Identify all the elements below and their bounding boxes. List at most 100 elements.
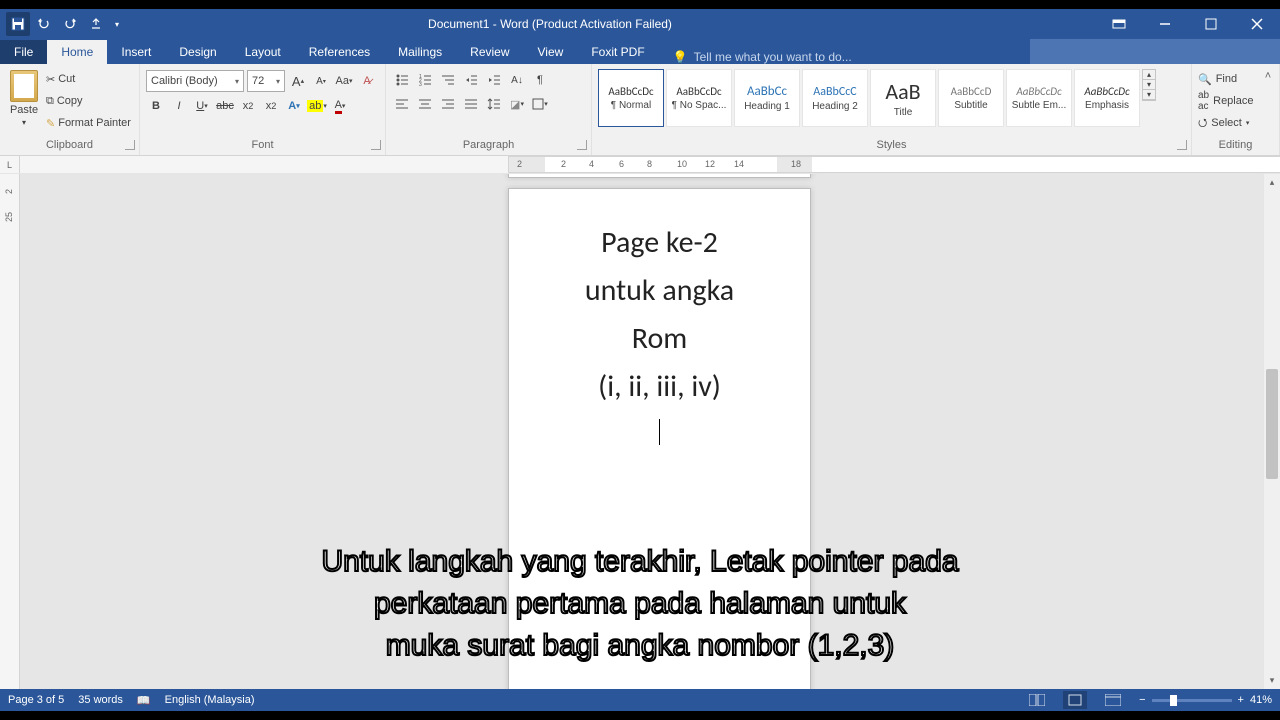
- close-button[interactable]: [1234, 9, 1280, 39]
- scroll-thumb[interactable]: [1266, 369, 1278, 479]
- save-button[interactable]: [6, 12, 30, 36]
- style-item[interactable]: AaBbCcDc¶ Normal: [598, 69, 664, 127]
- align-center-button[interactable]: [415, 94, 435, 114]
- replace-label: Replace: [1213, 95, 1253, 107]
- format-painter-button[interactable]: ✎Format Painter: [46, 113, 131, 133]
- zoom-slider[interactable]: [1152, 699, 1232, 702]
- italic-button[interactable]: I: [169, 96, 189, 116]
- replace-button[interactable]: abacReplace: [1198, 91, 1253, 111]
- ruler-horizontal[interactable]: L 2246810121418: [0, 156, 1280, 174]
- styles-group-label: Styles: [877, 139, 907, 151]
- spellcheck-icon[interactable]: 📖: [137, 694, 151, 707]
- read-mode-button[interactable]: [1025, 691, 1049, 709]
- tab-foxit-pdf[interactable]: Foxit PDF: [577, 40, 658, 64]
- tab-insert[interactable]: Insert: [107, 40, 165, 64]
- scroll-up-button[interactable]: ▴: [1264, 174, 1280, 191]
- sort-button[interactable]: A↓: [507, 70, 527, 90]
- collapse-ribbon-button[interactable]: ˄: [1260, 68, 1276, 84]
- tab-layout[interactable]: Layout: [231, 40, 295, 64]
- styles-scroll[interactable]: ▴▾▾: [1142, 69, 1156, 101]
- find-button[interactable]: 🔍Find: [1198, 69, 1237, 89]
- vertical-scrollbar[interactable]: ▴ ▾: [1263, 174, 1280, 689]
- editing-group-label: Editing: [1219, 139, 1253, 151]
- page-current[interactable]: Page ke-2 untuk angka Rom (i, ii, iii, i…: [508, 188, 811, 689]
- paste-button[interactable]: Paste ▾: [6, 66, 42, 129]
- show-marks-button[interactable]: ¶: [530, 70, 550, 90]
- text-effects-button[interactable]: A▾: [284, 96, 304, 116]
- align-right-button[interactable]: [438, 94, 458, 114]
- change-case-button[interactable]: Aa▾: [334, 71, 354, 91]
- grow-font-button[interactable]: A▴: [288, 71, 308, 91]
- zoom-out-button[interactable]: −: [1139, 694, 1145, 706]
- line-spacing-button[interactable]: [484, 94, 504, 114]
- shrink-font-button[interactable]: A▾: [311, 71, 331, 91]
- group-font: Calibri (Body)▾ 72▾ A▴ A▾ Aa▾ A̷ B I U▾ …: [140, 64, 386, 155]
- bold-button[interactable]: B: [146, 96, 166, 116]
- justify-button[interactable]: [461, 94, 481, 114]
- font-dialog-launcher[interactable]: [371, 140, 381, 150]
- tab-design[interactable]: Design: [165, 40, 230, 64]
- font-color-button[interactable]: A▾: [330, 96, 350, 116]
- styles-dialog-launcher[interactable]: [1177, 140, 1187, 150]
- touch-mode-button[interactable]: [84, 12, 108, 36]
- doc-line: untuk angka: [529, 267, 790, 315]
- scroll-down-button[interactable]: ▾: [1264, 672, 1280, 689]
- tab-file[interactable]: File: [0, 40, 47, 64]
- cut-button[interactable]: ✂Cut: [46, 69, 131, 89]
- redo-button[interactable]: [58, 12, 82, 36]
- print-layout-button[interactable]: [1063, 691, 1087, 709]
- web-layout-button[interactable]: [1101, 691, 1125, 709]
- word-count[interactable]: 35 words: [78, 694, 123, 706]
- minimize-button[interactable]: [1142, 9, 1188, 39]
- qat-customize-button[interactable]: ▾: [110, 12, 124, 36]
- style-item[interactable]: AaBbCcCHeading 2: [802, 69, 868, 127]
- paragraph-dialog-launcher[interactable]: [577, 140, 587, 150]
- underline-button[interactable]: U▾: [192, 96, 212, 116]
- paste-icon: [10, 70, 38, 102]
- bullets-button[interactable]: [392, 70, 412, 90]
- maximize-button[interactable]: [1188, 9, 1234, 39]
- copy-button[interactable]: ⧉Copy: [46, 91, 131, 111]
- decrease-indent-button[interactable]: [461, 70, 481, 90]
- font-size-value: 72: [252, 75, 264, 87]
- tab-mailings[interactable]: Mailings: [384, 40, 456, 64]
- select-button[interactable]: ⭯Select▾: [1198, 113, 1249, 133]
- tell-me-search[interactable]: 💡 Tell me what you want to do...: [659, 50, 852, 64]
- account-area[interactable]: [1030, 39, 1280, 64]
- undo-button[interactable]: [32, 12, 56, 36]
- style-item[interactable]: AaBbCcHeading 1: [734, 69, 800, 127]
- page-indicator[interactable]: Page 3 of 5: [8, 694, 64, 706]
- clipboard-dialog-launcher[interactable]: [125, 140, 135, 150]
- style-item[interactable]: AaBbCcDc¶ No Spac...: [666, 69, 732, 127]
- highlight-button[interactable]: ab▾: [307, 96, 327, 116]
- borders-button[interactable]: ▾: [530, 94, 550, 114]
- style-item[interactable]: AaBbCcDcSubtle Em...: [1006, 69, 1072, 127]
- tab-review[interactable]: Review: [456, 40, 523, 64]
- document-canvas[interactable]: Page ke-2 untuk angka Rom (i, ii, iii, i…: [20, 174, 1263, 689]
- subscript-button[interactable]: x2: [238, 96, 258, 116]
- strikethrough-button[interactable]: abc: [215, 96, 235, 116]
- multilevel-list-button[interactable]: [438, 70, 458, 90]
- tab-home[interactable]: Home: [47, 40, 107, 64]
- ruler-corner[interactable]: L: [0, 156, 20, 173]
- increase-indent-button[interactable]: [484, 70, 504, 90]
- tab-view[interactable]: View: [524, 40, 578, 64]
- font-name-combo[interactable]: Calibri (Body)▾: [146, 70, 244, 92]
- page-previous[interactable]: [508, 174, 811, 178]
- window-title: Document1 - Word (Product Activation Fai…: [124, 17, 1096, 31]
- language-indicator[interactable]: English (Malaysia): [165, 694, 255, 706]
- font-size-combo[interactable]: 72▾: [247, 70, 285, 92]
- zoom-level[interactable]: 41%: [1250, 694, 1272, 706]
- ribbon-options-button[interactable]: [1096, 9, 1142, 39]
- superscript-button[interactable]: x2: [261, 96, 281, 116]
- shading-button[interactable]: ◪▾: [507, 94, 527, 114]
- tab-references[interactable]: References: [295, 40, 384, 64]
- style-item[interactable]: AaBbCcDSubtitle: [938, 69, 1004, 127]
- clear-formatting-button[interactable]: A̷: [357, 71, 377, 91]
- numbering-button[interactable]: 123: [415, 70, 435, 90]
- style-item[interactable]: AaBbCcDcEmphasis: [1074, 69, 1140, 127]
- zoom-in-button[interactable]: +: [1238, 694, 1244, 706]
- ruler-vertical[interactable]: 2 25: [0, 174, 20, 689]
- style-item[interactable]: AaBTitle: [870, 69, 936, 127]
- align-left-button[interactable]: [392, 94, 412, 114]
